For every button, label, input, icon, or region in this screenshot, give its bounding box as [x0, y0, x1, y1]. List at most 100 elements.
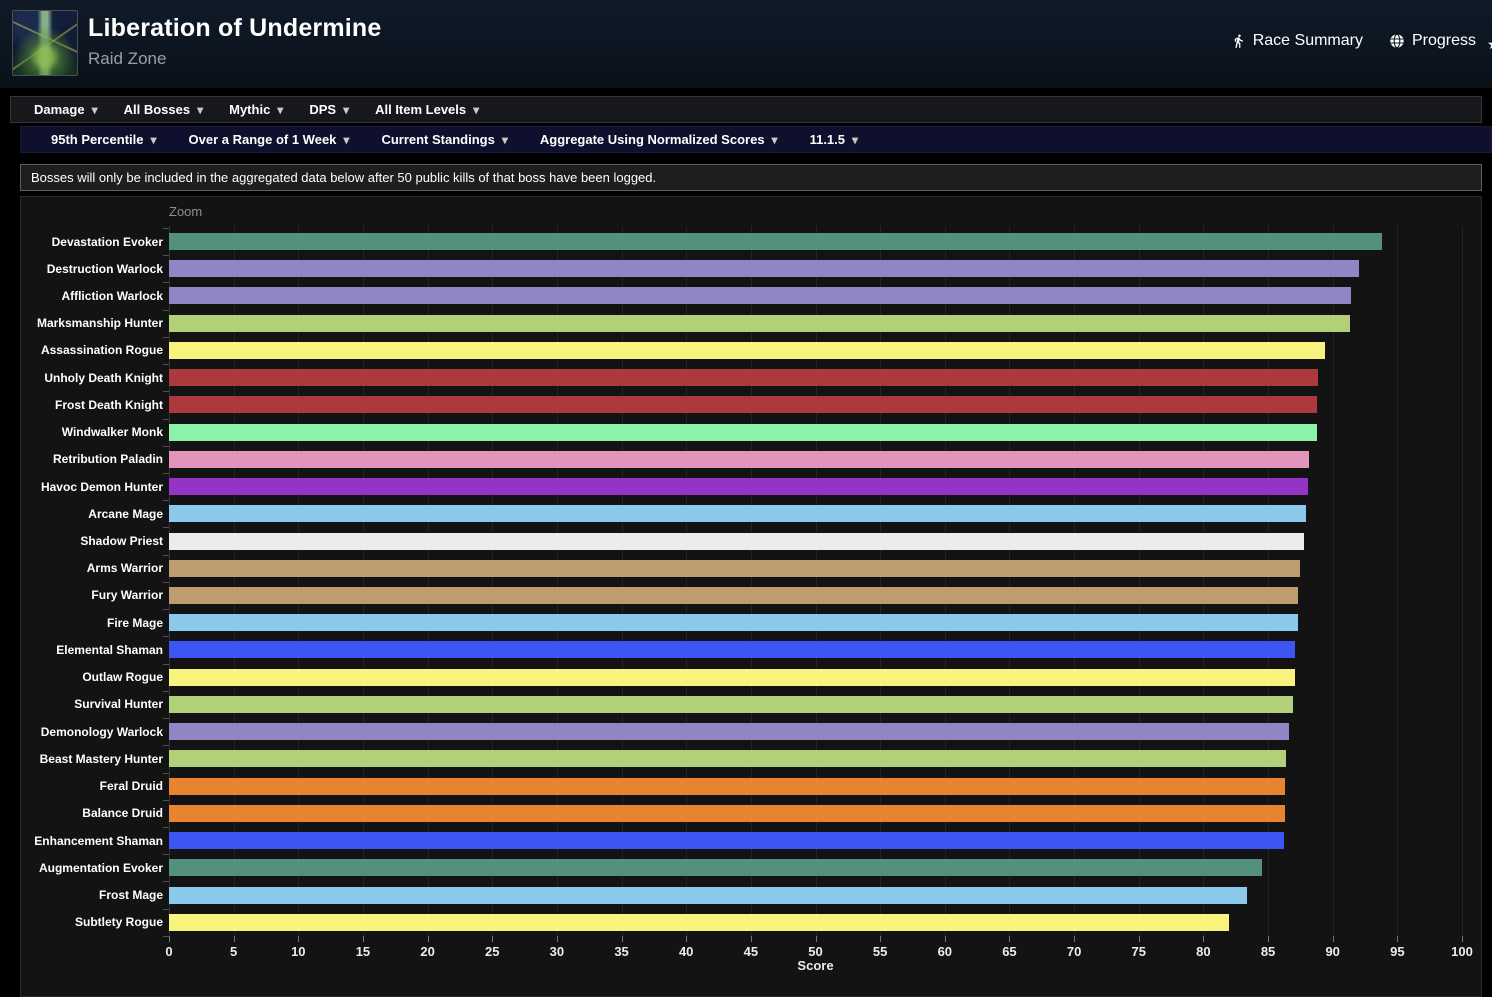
filter-aggregate-using-normalized-scores[interactable]: Aggregate Using Normalized Scores	[524, 127, 794, 152]
bar-chart[interactable]: Zoom Score Devastation Evoker Destruction…	[20, 196, 1482, 997]
score-bar[interactable]	[169, 341, 1325, 359]
filter-label: All Item Levels	[375, 102, 467, 117]
category-label: Retribution Paladin	[52, 452, 163, 467]
category-tick	[163, 799, 169, 801]
category-label: Enhancement Shaman	[34, 833, 163, 848]
category-label: Marksmanship Hunter	[36, 316, 163, 331]
category-label: Destruction Warlock	[46, 261, 163, 276]
x-axis-tick-label: 5	[230, 944, 238, 959]
caret-down-icon	[197, 104, 203, 116]
score-bar[interactable]	[169, 369, 1319, 387]
caret-down-icon	[852, 134, 858, 146]
filter-all-item-levels[interactable]: All Item Levels	[362, 97, 492, 122]
header-links: Race Summary Progress	[1231, 32, 1476, 50]
filter-11-1-5[interactable]: 11.1.5	[794, 127, 874, 152]
race-summary-label: Race Summary	[1252, 32, 1363, 49]
category-label: Fury Warrior	[91, 588, 163, 603]
x-axis-tick-label: 55	[872, 944, 888, 959]
filter-over-a-range-of-1-week[interactable]: Over a Range of 1 Week	[173, 127, 366, 152]
bar-row: Affliction Warlock	[21, 282, 1481, 309]
score-bar[interactable]	[169, 614, 1298, 632]
score-bar[interactable]	[169, 423, 1318, 441]
x-axis-tick	[1203, 936, 1205, 942]
category-tick	[163, 309, 169, 311]
score-bar[interactable]	[169, 641, 1296, 659]
score-bar[interactable]	[169, 832, 1284, 850]
category-label: Survival Hunter	[74, 697, 163, 712]
category-label: Devastation Evoker	[51, 234, 163, 249]
x-axis-tick	[298, 936, 300, 942]
category-tick	[163, 609, 169, 611]
score-bar[interactable]	[169, 723, 1289, 741]
category-label: Shadow Priest	[80, 534, 163, 549]
category-tick	[163, 336, 169, 338]
score-bar[interactable]	[169, 777, 1285, 795]
category-tick	[163, 718, 169, 720]
score-bar[interactable]	[169, 505, 1306, 523]
category-tick	[163, 581, 169, 583]
x-axis-tick	[686, 936, 688, 942]
score-bar[interactable]	[169, 396, 1318, 414]
category-label: Havoc Demon Hunter	[40, 479, 163, 494]
x-axis-tick-label: 95	[1390, 944, 1405, 959]
category-tick	[163, 255, 169, 257]
filter-damage[interactable]: Damage	[21, 97, 111, 122]
bar-row: Elemental Shaman	[21, 636, 1481, 663]
race-summary-link[interactable]: Race Summary	[1231, 32, 1363, 50]
score-bar[interactable]	[169, 804, 1285, 822]
page: Liberation of Undermine Raid Zone Race S…	[0, 0, 1492, 997]
progress-link[interactable]: Progress	[1389, 32, 1476, 50]
filter-label: 95th Percentile	[51, 132, 144, 147]
x-axis-tick-label: 85	[1260, 944, 1276, 959]
x-axis-tick-label: 65	[1002, 944, 1017, 959]
filter-bar-secondary: 95th Percentile Over a Range of 1 Week Cur…	[20, 126, 1492, 153]
bar-row: Balance Druid	[21, 800, 1481, 827]
x-axis-tick	[169, 936, 170, 942]
category-tick	[163, 418, 169, 420]
x-axis-tick	[1138, 936, 1140, 942]
category-tick	[163, 881, 169, 883]
x-axis-tick-label: 100	[1451, 944, 1473, 959]
cutoff-link-icon[interactable]: ★	[1487, 36, 1492, 52]
bar-row: Destruction Warlock	[21, 255, 1481, 282]
bar-row: Beast Mastery Hunter	[21, 745, 1481, 772]
filter-all-bosses[interactable]: All Bosses	[111, 97, 217, 122]
score-bar[interactable]	[169, 886, 1248, 904]
score-bar[interactable]	[169, 695, 1293, 713]
score-bar[interactable]	[169, 859, 1262, 877]
score-bar[interactable]	[169, 260, 1359, 278]
score-bar[interactable]	[169, 314, 1350, 332]
score-bar[interactable]	[169, 668, 1296, 686]
bar-row: Frost Death Knight	[21, 391, 1481, 418]
category-label: Elemental Shaman	[56, 642, 163, 657]
x-axis-tick	[1332, 936, 1334, 942]
filter-label: All Bosses	[123, 102, 191, 117]
filter-dps[interactable]: DPS	[296, 97, 362, 122]
score-bar[interactable]	[169, 532, 1305, 550]
score-bar[interactable]	[169, 913, 1230, 931]
score-bar[interactable]	[169, 233, 1382, 250]
category-tick	[163, 500, 169, 502]
globe-icon	[1389, 33, 1405, 49]
score-bar[interactable]	[169, 287, 1351, 305]
filter-95th-percentile[interactable]: 95th Percentile	[35, 127, 173, 152]
zone-titles: Liberation of Undermine Raid Zone	[88, 14, 382, 69]
x-axis-tick-label: 80	[1196, 944, 1211, 959]
filter-label: Mythic	[229, 102, 271, 117]
filter-label: Damage	[34, 102, 85, 117]
filter-mythic[interactable]: Mythic	[216, 97, 296, 122]
x-axis-tick	[427, 936, 429, 942]
score-bar[interactable]	[169, 559, 1301, 577]
score-bar[interactable]	[169, 750, 1287, 768]
score-bar[interactable]	[169, 478, 1309, 496]
score-bar[interactable]	[169, 450, 1310, 468]
progress-label: Progress	[1411, 32, 1476, 49]
notice-banner: Bosses will only be included in the aggr…	[20, 164, 1482, 191]
x-axis-tick-label: 45	[743, 944, 759, 959]
filter-current-standings[interactable]: Current Standings	[365, 127, 523, 152]
score-bar[interactable]	[169, 586, 1298, 604]
category-tick	[163, 908, 169, 910]
category-tick	[163, 364, 169, 366]
x-axis-tick	[1268, 936, 1270, 942]
caret-down-icon	[92, 104, 98, 116]
